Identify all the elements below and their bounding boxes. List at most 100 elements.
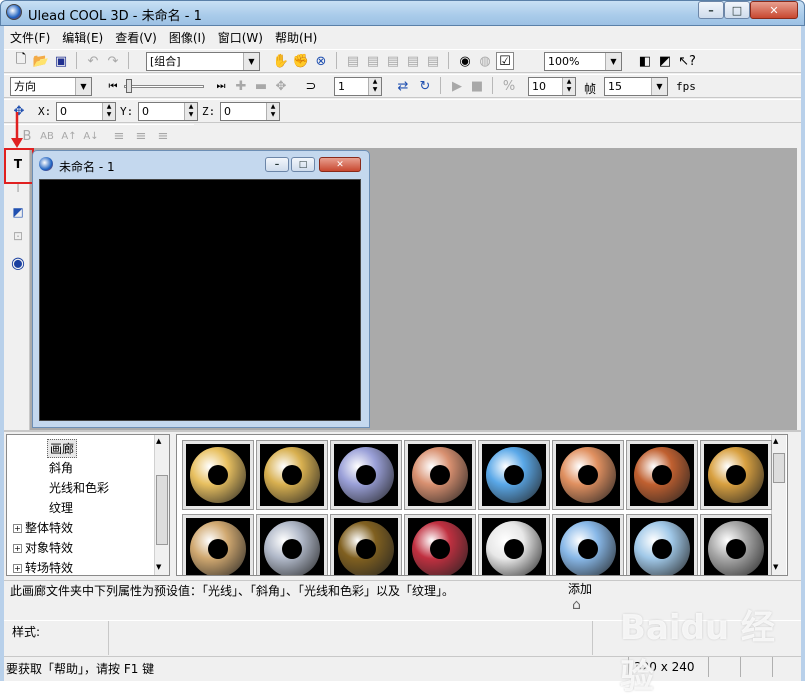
zoom-object-icon[interactable]: ⊗ xyxy=(312,52,330,70)
object-select[interactable]: [组合] ▼ xyxy=(146,52,260,71)
hand-icon[interactable]: ✋ xyxy=(272,52,290,70)
fps-select[interactable]: 15 ▼ xyxy=(604,77,668,96)
layer-icon-5[interactable]: ▤ xyxy=(424,52,442,70)
text-spacing-icon[interactable]: AB xyxy=(38,127,56,145)
menu-view[interactable]: 查看(V) xyxy=(109,29,163,47)
redo-icon[interactable]: ↷ xyxy=(104,52,122,70)
preset-thumbnail[interactable] xyxy=(404,440,476,510)
tree-item-gallery[interactable]: 画廊 xyxy=(47,439,78,458)
first-frame-icon[interactable]: ⏮ xyxy=(104,77,122,95)
loop-icon[interactable]: ⇄ xyxy=(394,77,412,95)
preset-thumbnail[interactable] xyxy=(182,440,254,510)
expand-icon[interactable]: + xyxy=(13,524,22,533)
layer-icon-4[interactable]: ▤ xyxy=(404,52,422,70)
maximize-button[interactable]: □ xyxy=(724,1,750,19)
text-size-down-icon[interactable]: A↓ xyxy=(82,127,100,145)
align-right-icon[interactable]: ≡ xyxy=(154,127,172,145)
rotate-hand-icon[interactable]: ✊ xyxy=(292,52,310,70)
layer-icon-3[interactable]: ▤ xyxy=(384,52,402,70)
close-button[interactable]: ✕ xyxy=(750,1,798,19)
new-file-icon[interactable]: 🗋 xyxy=(12,52,30,70)
stop-icon[interactable]: ■ xyxy=(468,77,486,95)
open-file-icon[interactable]: 📂 xyxy=(32,52,50,70)
camera-icon[interactable]: ◉ xyxy=(456,52,474,70)
add-button[interactable]: 添加 ⌂ xyxy=(568,580,598,616)
scroll-up-icon[interactable]: ▲ xyxy=(773,437,778,445)
preset-thumbnail[interactable] xyxy=(552,440,624,510)
text-size-up-icon[interactable]: A↑ xyxy=(60,127,78,145)
align-center-icon[interactable]: ≡ xyxy=(132,127,150,145)
tree-item-light-color[interactable]: 光线和色彩 xyxy=(49,479,109,496)
preset-thumbnail[interactable] xyxy=(330,440,402,510)
object-library-icon[interactable]: ◉ xyxy=(8,252,28,272)
speed-spinner[interactable]: 10 ▲ ▼ xyxy=(528,77,576,96)
expand-icon[interactable]: + xyxy=(13,564,22,573)
zoom-select[interactable]: 100% ▼ xyxy=(544,52,622,71)
layer-icon-2[interactable]: ▤ xyxy=(364,52,382,70)
preset-thumbnail[interactable] xyxy=(182,514,254,575)
percent-icon[interactable]: % xyxy=(500,77,518,95)
tree-item-object-fx[interactable]: + 对象特效 xyxy=(13,539,73,556)
y-spinner[interactable]: 0 ▲ ▼ xyxy=(138,102,198,121)
context-help-icon[interactable]: ↖? xyxy=(678,52,696,70)
document-window[interactable]: 未命名 - 1 – □ ✕ xyxy=(32,150,370,428)
insert-geometry-icon[interactable]: ◩ xyxy=(8,202,28,222)
preset-thumbnail[interactable] xyxy=(700,514,772,575)
last-frame-icon[interactable]: ⏭ xyxy=(212,77,230,95)
expand-icon[interactable]: + xyxy=(13,544,22,553)
menu-image[interactable]: 图像(I) xyxy=(163,29,212,47)
doc-close-button[interactable]: ✕ xyxy=(319,157,361,172)
menu-edit[interactable]: 编辑(E) xyxy=(56,29,109,47)
zoom-region-icon[interactable]: ⊡ xyxy=(8,226,28,246)
gallery-scroll-thumb[interactable] xyxy=(773,453,785,483)
remove-keyframe-icon[interactable]: ▬ xyxy=(252,77,270,95)
direction-select[interactable]: 方向 ▼ xyxy=(10,77,92,96)
menu-file[interactable]: 文件(F) xyxy=(4,29,56,47)
menu-help[interactable]: 帮助(H) xyxy=(269,29,323,47)
align-left-icon[interactable]: ≡ xyxy=(110,127,128,145)
render-icon[interactable]: ◧ xyxy=(636,52,654,70)
preset-thumbnail[interactable] xyxy=(700,440,772,510)
preset-thumbnail[interactable] xyxy=(330,514,402,575)
preset-thumbnail[interactable] xyxy=(404,514,476,575)
checkbox-view-icon[interactable]: ☑ xyxy=(496,52,514,70)
doc-restore-button[interactable]: □ xyxy=(291,157,315,172)
doc-minimize-button[interactable]: – xyxy=(265,157,289,172)
globe-icon[interactable]: ◍ xyxy=(476,52,494,70)
play-icon[interactable]: ▶ xyxy=(448,77,466,95)
repeat-icon[interactable]: ↻ xyxy=(416,77,434,95)
preset-thumbnail[interactable] xyxy=(256,514,328,575)
app-logo-icon[interactable] xyxy=(6,4,22,20)
frame-spinner[interactable]: 1 ▲ ▼ xyxy=(334,77,382,96)
tree-item-bevel[interactable]: 斜角 xyxy=(49,459,73,476)
preset-thumbnail[interactable] xyxy=(552,514,624,575)
preset-thumbnail[interactable] xyxy=(256,440,328,510)
menu-window[interactable]: 窗口(W) xyxy=(212,29,269,47)
keyframe-icon[interactable]: ✥ xyxy=(272,77,290,95)
minimize-button[interactable]: – xyxy=(698,1,724,19)
preset-thumbnail[interactable] xyxy=(478,514,550,575)
timeline-slider[interactable] xyxy=(124,85,204,88)
scroll-down-icon[interactable]: ▼ xyxy=(156,563,161,571)
tree-scrollbar[interactable]: ▲ ▼ xyxy=(154,435,169,575)
undo-icon[interactable]: ↶ xyxy=(84,52,102,70)
tree-item-transition-fx[interactable]: + 转场特效 xyxy=(13,559,73,576)
preset-thumbnail[interactable] xyxy=(626,514,698,575)
z-spinner[interactable]: 0 ▲ ▼ xyxy=(220,102,280,121)
add-keyframe-icon[interactable]: ✚ xyxy=(232,77,250,95)
scroll-up-icon[interactable]: ▲ xyxy=(156,437,161,445)
preset-thumbnail[interactable] xyxy=(626,440,698,510)
reverse-icon[interactable]: ⊃ xyxy=(302,77,320,95)
x-spinner[interactable]: 0 ▲ ▼ xyxy=(56,102,116,121)
scroll-down-icon[interactable]: ▼ xyxy=(773,563,778,571)
export-icon[interactable]: ◩ xyxy=(656,52,674,70)
timeline-slider-thumb[interactable] xyxy=(126,79,132,93)
preset-thumbnail[interactable] xyxy=(478,440,550,510)
tree-item-global-fx[interactable]: + 整体特效 xyxy=(13,519,73,536)
gallery-scrollbar[interactable]: ▲ ▼ xyxy=(771,435,786,575)
layer-icon-1[interactable]: ▤ xyxy=(344,52,362,70)
tree-scroll-thumb[interactable] xyxy=(156,475,168,545)
render-canvas[interactable] xyxy=(39,179,361,421)
save-icon[interactable]: ▣ xyxy=(52,52,70,70)
tree-item-texture[interactable]: 纹理 xyxy=(49,499,73,516)
